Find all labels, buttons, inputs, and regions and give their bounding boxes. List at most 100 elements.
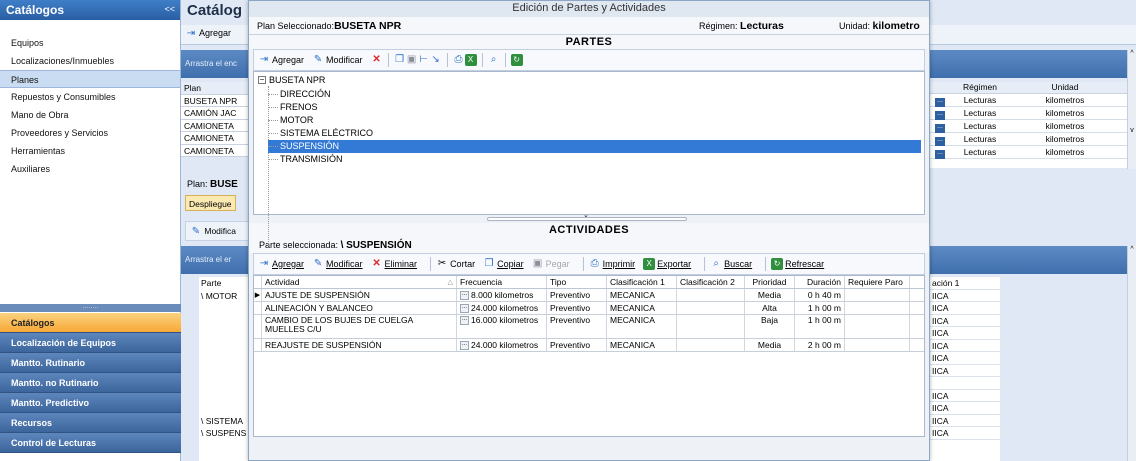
grid-header-plan[interactable]: Plan bbox=[181, 82, 251, 95]
table-row[interactable] bbox=[199, 315, 255, 328]
collapse-icon[interactable]: − bbox=[258, 76, 266, 84]
grid-header-parte[interactable]: Parte bbox=[199, 277, 255, 290]
ellipsis-button[interactable]: ... bbox=[460, 290, 469, 300]
col-clasificacion-1[interactable]: Clasificación 1 bbox=[607, 276, 677, 288]
table-row[interactable] bbox=[199, 402, 255, 415]
tree-item-sistema-electrico[interactable]: SISTEMA ELÉCTRICO bbox=[268, 127, 373, 140]
category-recursos[interactable]: Recursos bbox=[0, 413, 181, 433]
table-row[interactable]: ALINEACIÓN Y BALANCEO ... 24.000 kilometr… bbox=[254, 302, 924, 315]
table-row[interactable] bbox=[199, 365, 255, 378]
col-prioridad[interactable]: Prioridad bbox=[745, 276, 795, 288]
act-cut-button[interactable]: ✂ Cortar bbox=[436, 258, 475, 270]
paste-icon[interactable]: ▣ bbox=[406, 54, 418, 66]
table-row[interactable]: \ MOTOR bbox=[199, 290, 255, 303]
tab-despliegue[interactable]: Despliegue bbox=[185, 195, 236, 211]
export-icon[interactable]: X bbox=[464, 54, 477, 66]
table-row[interactable]: ... Lecturas kilometros bbox=[930, 120, 1136, 133]
ellipsis-button[interactable]: ... bbox=[935, 149, 945, 159]
nav-item-auxiliares[interactable]: Auxiliares bbox=[0, 160, 180, 178]
table-row[interactable]: REAJUSTE DE SUSPENSIÓN ... 24.000 kilomet… bbox=[254, 339, 924, 352]
nav-item-planes[interactable]: Planes bbox=[0, 70, 180, 88]
table-row[interactable]: ... Lecturas kilometros bbox=[930, 94, 1136, 107]
category-mantto-rutinario[interactable]: Mantto. Rutinario bbox=[0, 353, 181, 373]
filter-icon[interactable]: ↘ bbox=[430, 54, 442, 66]
ellipsis-button[interactable]: ... bbox=[460, 340, 469, 350]
refresh-icon[interactable]: ↻ bbox=[510, 54, 523, 66]
table-row[interactable] bbox=[199, 390, 255, 403]
table-row[interactable]: ▶ AJUSTE DE SUSPENSIÓN ... 8.000 kilometr… bbox=[254, 289, 924, 302]
tree-item-transmision[interactable]: TRANSMISIÓN bbox=[268, 153, 343, 166]
splitter[interactable]: ⌄ bbox=[249, 212, 929, 223]
grid-header-unidad[interactable]: Unidad bbox=[1010, 82, 1120, 93]
table-row[interactable]: ... Lecturas kilometros bbox=[930, 107, 1136, 120]
ellipsis-button[interactable]: ... bbox=[935, 123, 945, 133]
table-row[interactable]: CAMIONETA bbox=[181, 144, 251, 157]
grid-header-regimen[interactable]: Régimen bbox=[950, 82, 1010, 93]
nav-item-proveedores[interactable]: Proveedores y Servicios bbox=[0, 124, 180, 142]
category-mantto-no-rutinario[interactable]: Mantto. no Rutinario bbox=[0, 373, 181, 393]
col-clasificacion-2[interactable]: Clasificación 2 bbox=[677, 276, 745, 288]
act-modify-button[interactable]: ✎ Modificar bbox=[312, 258, 363, 270]
tree-item-motor[interactable]: MOTOR bbox=[268, 114, 313, 127]
table-row[interactable]: BUSETA NPR bbox=[181, 94, 251, 107]
nav-item-mano-de-obra[interactable]: Mano de Obra bbox=[0, 106, 180, 124]
main-add-button[interactable]: Agregar bbox=[199, 28, 231, 38]
col-duracion[interactable]: Duración bbox=[795, 276, 845, 288]
nav-item-repuestos[interactable]: Repuestos y Consumibles bbox=[0, 88, 180, 106]
table-row[interactable]: CAMIONETA bbox=[181, 132, 251, 145]
col-tipo[interactable]: Tipo bbox=[547, 276, 607, 288]
ellipsis-button[interactable]: ... bbox=[935, 136, 945, 146]
tree-root[interactable]: − BUSETA NPR bbox=[258, 75, 325, 85]
table-row[interactable] bbox=[199, 352, 255, 365]
collapse-button[interactable]: << bbox=[164, 4, 175, 14]
print-icon[interactable]: ⎙ bbox=[453, 54, 465, 66]
category-localizacion-equipos[interactable]: Localización de Equipos bbox=[0, 333, 181, 353]
act-print-button[interactable]: ⎙ Imprimir bbox=[589, 258, 636, 270]
ellipsis-button[interactable]: ... bbox=[935, 110, 945, 120]
scrollbar[interactable]: ^ v bbox=[1127, 50, 1136, 169]
act-refresh-button[interactable]: ↻ Refrescar bbox=[771, 258, 824, 270]
act-export-button[interactable]: X Exportar bbox=[643, 258, 691, 270]
table-row[interactable]: CAMIONETA bbox=[181, 119, 251, 132]
category-catalogos[interactable]: Catálogos bbox=[0, 313, 181, 333]
table-row[interactable]: CAMBIO DE LOS BUJES DE CUELGA MUELLES C/… bbox=[254, 315, 924, 339]
col-actividad[interactable]: Actividad △ bbox=[262, 276, 457, 288]
modify-button[interactable]: Modifica bbox=[204, 226, 236, 236]
table-row[interactable]: CAMIÓN JAC bbox=[181, 107, 251, 120]
tree-item-direccion[interactable]: DIRECCIÓN bbox=[268, 88, 331, 101]
partes-modify-button[interactable]: ✎ Modificar bbox=[312, 54, 363, 66]
table-row[interactable] bbox=[199, 327, 255, 340]
nav-item-equipos[interactable]: Equipos bbox=[0, 34, 180, 52]
table-row[interactable] bbox=[199, 302, 255, 315]
table-row[interactable]: \ SISTEMA bbox=[199, 415, 255, 428]
act-delete-button[interactable]: ✕ Eliminar bbox=[371, 258, 417, 270]
act-search-button[interactable]: ⌕ Buscar bbox=[710, 258, 752, 270]
table-row[interactable]: ... Lecturas kilometros bbox=[930, 146, 1136, 159]
act-paste-button[interactable]: ▣ Pegar bbox=[532, 258, 570, 270]
partes-add-button[interactable]: ⇥ Agregar bbox=[258, 54, 304, 66]
table-row[interactable]: \ SUSPENS bbox=[199, 427, 255, 440]
hierarchy-icon[interactable]: ⊢ bbox=[418, 54, 430, 66]
col-frecuencia[interactable]: Frecuencia bbox=[457, 276, 547, 288]
ellipsis-button[interactable]: ... bbox=[460, 303, 469, 313]
delete-icon[interactable]: ✕ bbox=[371, 54, 383, 66]
grid-header-clasificacion[interactable]: ación 1 bbox=[930, 277, 1000, 290]
nav-splitter-grip[interactable]: ........ bbox=[0, 303, 181, 312]
act-add-button[interactable]: ⇥ Agregar bbox=[258, 258, 304, 270]
tree-item-suspension[interactable]: SUSPENSIÓN bbox=[268, 140, 921, 153]
category-control-lecturas[interactable]: Control de Lecturas bbox=[0, 433, 181, 453]
tree-item-frenos[interactable]: FRENOS bbox=[268, 101, 318, 114]
act-copy-button[interactable]: ❐ Copiar bbox=[483, 258, 524, 270]
search-icon[interactable]: ⌕ bbox=[488, 54, 500, 66]
table-row[interactable]: ... Lecturas kilometros bbox=[930, 133, 1136, 146]
col-requiere-paro[interactable]: Requiere Paro bbox=[845, 276, 910, 288]
category-mantto-predictivo[interactable]: Mantto. Predictivo bbox=[0, 393, 181, 413]
nav-item-herramientas[interactable]: Herramientas bbox=[0, 142, 180, 160]
table-row[interactable] bbox=[199, 340, 255, 353]
table-row[interactable] bbox=[199, 377, 255, 390]
scrollbar[interactable]: ^ bbox=[1127, 246, 1136, 461]
ellipsis-button[interactable]: ... bbox=[935, 97, 945, 107]
nav-item-localizaciones[interactable]: Localizaciones/Inmuebles bbox=[0, 52, 180, 70]
copy-icon[interactable]: ❐ bbox=[394, 54, 406, 66]
ellipsis-button[interactable]: ... bbox=[460, 316, 469, 325]
